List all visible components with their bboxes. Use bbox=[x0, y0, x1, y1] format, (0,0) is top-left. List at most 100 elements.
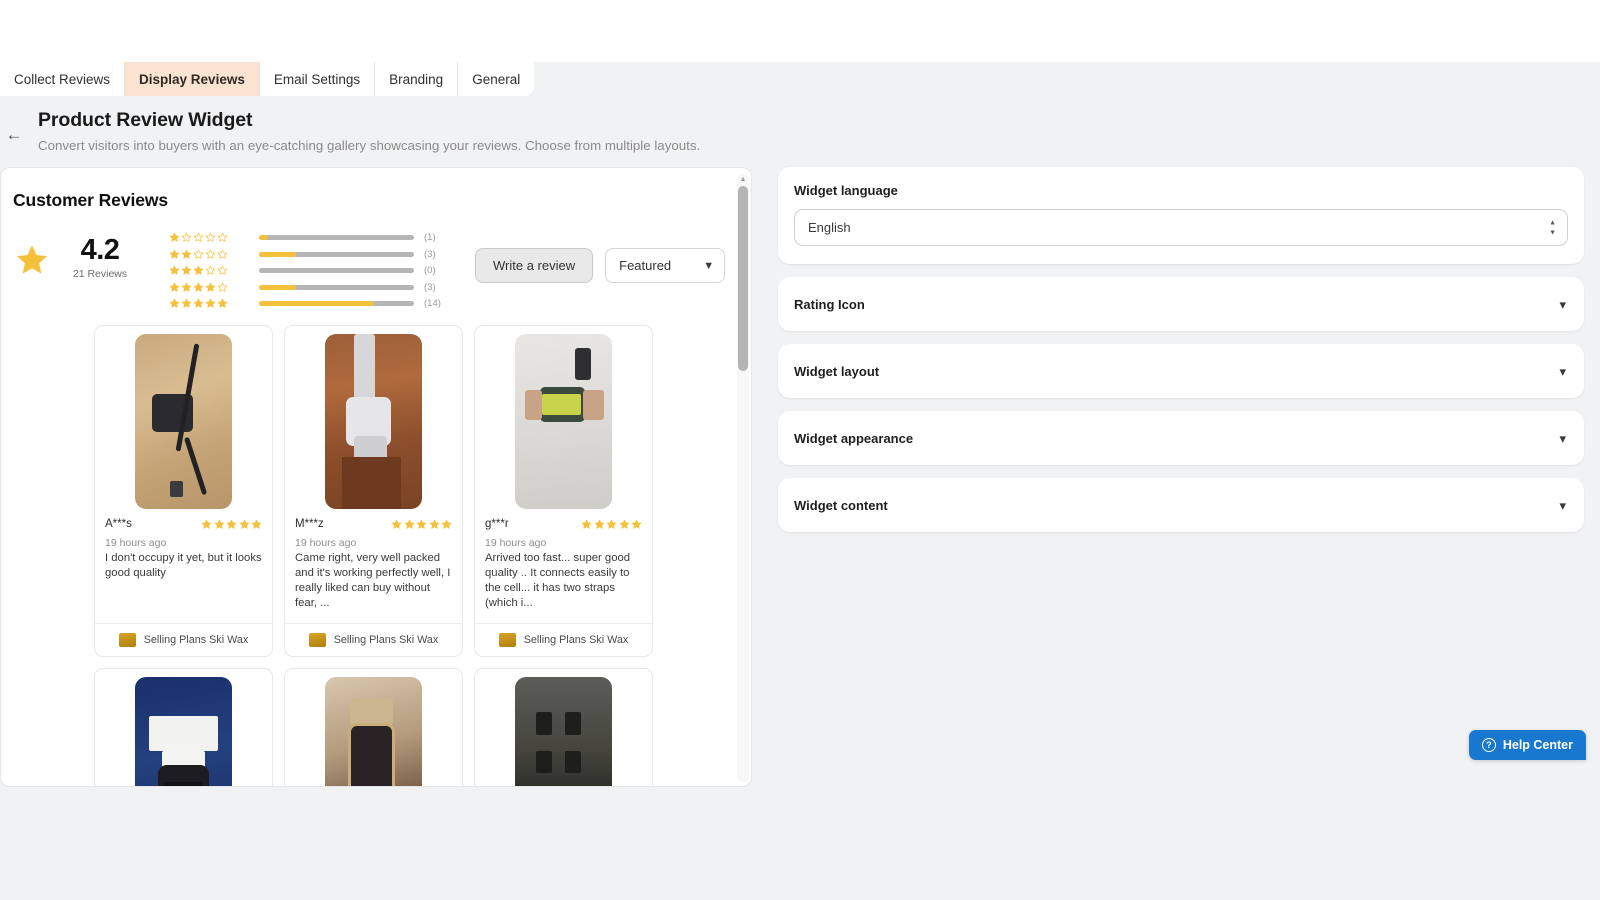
review-photo[interactable] bbox=[325, 677, 422, 786]
distribution-count: (14) bbox=[424, 298, 441, 309]
star-icon bbox=[193, 265, 204, 275]
review-card-grid: A***s 19 hours ago I don't occupy it yet, … bbox=[94, 325, 654, 786]
distribution-stars bbox=[169, 282, 247, 293]
settings-section-rating-icon[interactable]: Rating Icon ▾ bbox=[778, 277, 1584, 331]
tab-general[interactable]: General bbox=[458, 62, 535, 96]
star-icon bbox=[226, 519, 237, 529]
arrow-left-icon[interactable]: ← bbox=[0, 121, 28, 149]
reviewer-name: g***r bbox=[485, 518, 509, 530]
settings-section-widget-appearance[interactable]: Widget appearance ▾ bbox=[778, 411, 1584, 465]
distribution-bar-fill bbox=[259, 235, 269, 240]
chevron-down-icon[interactable]: ▾ bbox=[1559, 298, 1566, 311]
distribution-bar-fill bbox=[259, 284, 297, 290]
review-photo-container[interactable] bbox=[475, 669, 652, 786]
review-photo-container[interactable] bbox=[285, 326, 462, 509]
review-product-footer[interactable]: Selling Plans Ski Wax bbox=[475, 623, 652, 656]
star-icon bbox=[251, 519, 262, 529]
distribution-stars bbox=[169, 265, 247, 276]
product-thumbnail-icon bbox=[118, 633, 136, 648]
star-icon bbox=[606, 519, 617, 529]
review-photo-container[interactable] bbox=[475, 326, 652, 509]
review-photo-container[interactable] bbox=[95, 326, 272, 509]
review-photo-container[interactable] bbox=[95, 669, 272, 786]
tab-collect-reviews[interactable]: Collect Reviews bbox=[0, 62, 126, 96]
chevron-down-icon[interactable]: ▾ bbox=[1559, 365, 1566, 378]
customer-reviews-heading: Customer Reviews bbox=[13, 190, 168, 210]
product-thumbnail-icon bbox=[498, 633, 516, 648]
language-select-wrapper: EnglishFrenchGermanSpanish ▲▼ bbox=[794, 209, 1568, 246]
review-photo[interactable] bbox=[515, 334, 612, 509]
star-icon bbox=[217, 232, 228, 242]
review-card[interactable]: g***r 19 hours ago Arrived too fast... sup… bbox=[474, 325, 653, 658]
star-icon bbox=[181, 265, 192, 275]
star-icon bbox=[169, 298, 180, 308]
review-header-row: A***s bbox=[105, 518, 262, 530]
star-icon bbox=[17, 245, 47, 274]
rating-distribution-row[interactable]: (3) bbox=[169, 248, 454, 261]
tab-email-settings[interactable]: Email Settings bbox=[259, 62, 376, 96]
review-photo[interactable] bbox=[325, 334, 422, 509]
main-tab-bar: Collect Reviews Display Reviews Email Sett… bbox=[0, 62, 535, 96]
star-icon bbox=[217, 298, 228, 308]
review-header-row: g***r bbox=[485, 518, 642, 530]
star-icon bbox=[217, 249, 228, 259]
distribution-count: (3) bbox=[424, 248, 436, 260]
tab-display-reviews[interactable]: Display Reviews bbox=[125, 62, 260, 96]
star-icon bbox=[205, 282, 216, 292]
star-icon bbox=[581, 519, 592, 529]
star-icon bbox=[217, 282, 228, 292]
review-star-rating bbox=[201, 519, 262, 530]
scroll-up-arrow-icon[interactable]: ▲ bbox=[740, 176, 747, 183]
star-icon bbox=[404, 519, 414, 529]
star-icon bbox=[214, 519, 224, 529]
star-icon bbox=[181, 232, 192, 242]
review-product-footer[interactable]: Selling Plans Ski Wax bbox=[285, 623, 462, 656]
star-icon bbox=[169, 232, 180, 242]
preview-scrollbar[interactable]: ▲ bbox=[737, 174, 749, 782]
star-icon bbox=[169, 249, 180, 259]
review-body: g***r 19 hours ago Arrived too fast... sup… bbox=[475, 509, 652, 623]
rating-distribution-row[interactable]: (14) bbox=[169, 297, 454, 310]
star-icon bbox=[594, 519, 604, 529]
review-product-footer[interactable]: Selling Plans Ski Wax bbox=[95, 623, 272, 656]
rating-distribution-row[interactable]: (3) bbox=[169, 281, 454, 294]
chevron-down-icon[interactable]: ▾ bbox=[1559, 499, 1566, 512]
review-card[interactable] bbox=[474, 668, 653, 786]
star-icon bbox=[619, 519, 629, 529]
review-photo[interactable] bbox=[135, 677, 232, 786]
star-icon bbox=[217, 265, 228, 275]
widget-settings-panel: Widget language EnglishFrenchGermanSpani… bbox=[762, 167, 1600, 787]
review-photo-container[interactable] bbox=[285, 669, 462, 786]
tab-branding[interactable]: Branding bbox=[375, 62, 459, 96]
help-center-button[interactable]: ? Help Center bbox=[1468, 730, 1586, 760]
review-text: Came right, very well packed and it's wo… bbox=[295, 552, 451, 610]
write-a-review-button[interactable]: Write a review bbox=[475, 248, 594, 283]
distribution-bar-track bbox=[259, 251, 414, 257]
review-card[interactable]: M***z 19 hours ago Came right, very well p… bbox=[284, 325, 463, 658]
scrollbar-thumb[interactable] bbox=[738, 186, 748, 371]
page-header: ← Product Review Widget Convert visitors… bbox=[0, 105, 760, 155]
review-card[interactable] bbox=[284, 668, 463, 786]
review-photo[interactable] bbox=[515, 677, 612, 786]
help-center-label: Help Center bbox=[1502, 738, 1573, 752]
star-icon bbox=[169, 282, 180, 292]
chevron-down-icon[interactable]: ▾ bbox=[1559, 432, 1566, 445]
review-star-rating bbox=[391, 519, 452, 530]
distribution-stars bbox=[169, 298, 247, 309]
review-photo[interactable] bbox=[135, 334, 232, 509]
sort-select[interactable]: FeaturedNewestHighest ratingLowest ratin… bbox=[605, 248, 726, 283]
review-card[interactable]: A***s 19 hours ago I don't occupy it yet, … bbox=[94, 325, 273, 658]
review-body: M***z 19 hours ago Came right, very well p… bbox=[285, 509, 462, 623]
widget-language-select[interactable]: EnglishFrenchGermanSpanish bbox=[794, 209, 1568, 246]
widget-language-label: Widget language bbox=[794, 183, 898, 198]
settings-section-widget-layout[interactable]: Widget layout ▾ bbox=[778, 344, 1584, 398]
product-name: Selling Plans Ski Wax bbox=[333, 634, 439, 647]
review-timestamp: 19 hours ago bbox=[485, 537, 547, 549]
section-title: Widget content bbox=[794, 497, 888, 513]
rating-distribution-row[interactable]: (1) bbox=[169, 231, 454, 244]
review-card[interactable] bbox=[94, 668, 273, 786]
distribution-bar-track bbox=[259, 235, 414, 240]
star-icon bbox=[239, 519, 249, 529]
rating-distribution-row[interactable]: (0) bbox=[169, 264, 454, 277]
settings-section-widget-content[interactable]: Widget content ▾ bbox=[778, 478, 1584, 532]
